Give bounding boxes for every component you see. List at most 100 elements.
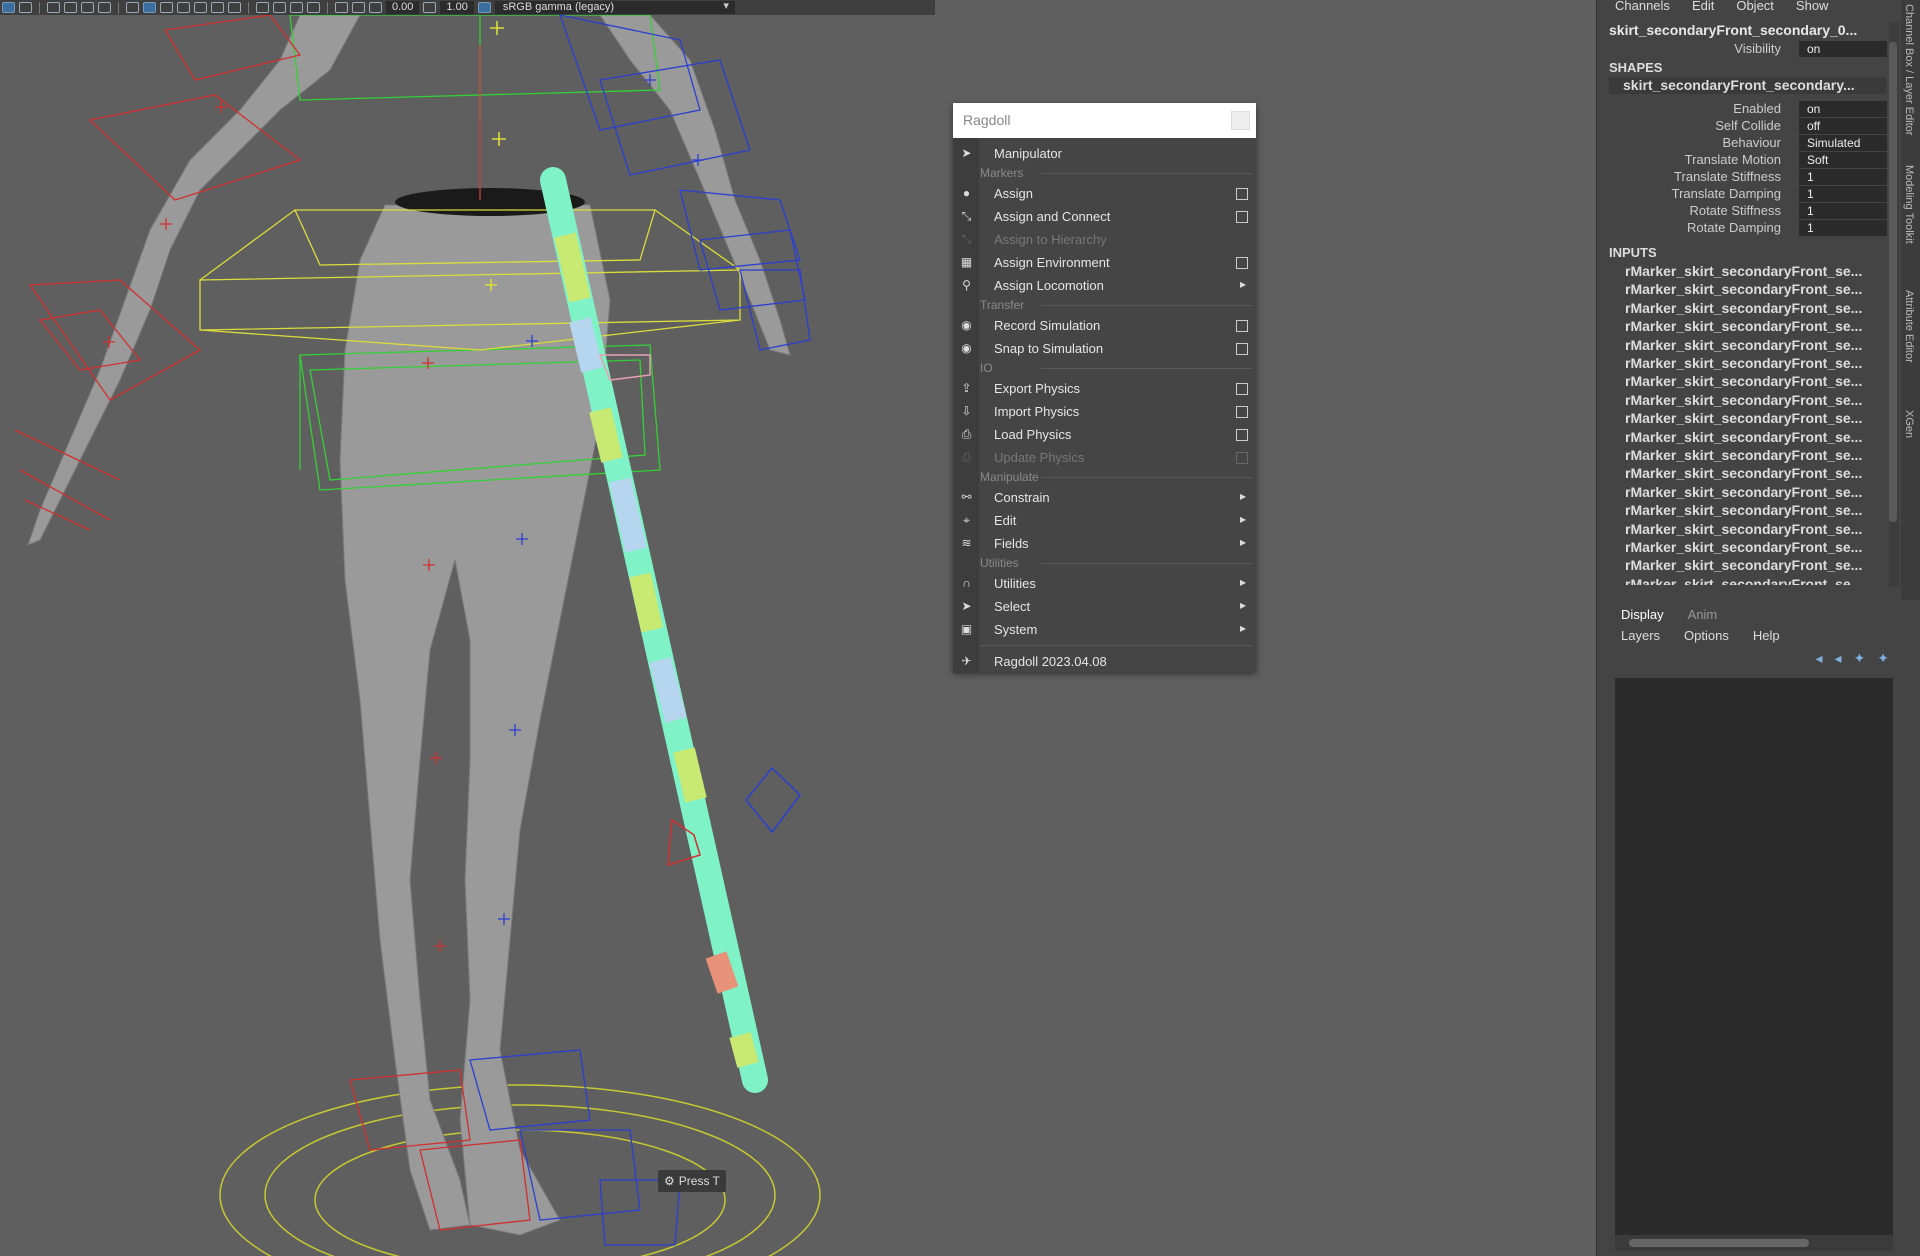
layer-list[interactable] [1615, 678, 1893, 1238]
tab-display[interactable]: Display [1621, 604, 1664, 626]
menu-item-fields[interactable]: ≋ Fields ▸ [953, 532, 1256, 555]
option-box[interactable] [1236, 211, 1248, 223]
attr-value[interactable]: 1 [1799, 186, 1887, 202]
tab-xgen[interactable]: XGen [1903, 410, 1915, 438]
attr-row[interactable]: Translate Stiffness 1 [1597, 169, 1887, 186]
gamma-field[interactable]: 1.00 [440, 1, 474, 14]
ragdoll-menu[interactable]: Ragdoll ➤ Manipulator Markers ● Assign ⤡ Assig… [953, 103, 1256, 673]
input-node-item[interactable]: rMarker_skirt_secondaryFront_se... [1625, 373, 1887, 389]
input-node-item[interactable]: rMarker_skirt_secondaryFront_se... [1625, 281, 1887, 297]
attr-label[interactable]: Translate Stiffness [1674, 169, 1781, 184]
input-node-item[interactable]: rMarker_skirt_secondaryFront_se... [1625, 484, 1887, 500]
wireframe-icon[interactable] [126, 2, 139, 13]
option-box[interactable] [1236, 383, 1248, 395]
attr-value[interactable]: 1 [1799, 169, 1887, 185]
input-node-item[interactable]: rMarker_skirt_secondaryFront_se... [1625, 429, 1887, 445]
input-node-item[interactable]: rMarker_skirt_secondaryFront_se... [1625, 521, 1887, 537]
menu-edit[interactable]: Edit [1692, 0, 1714, 14]
wireframe-on-shaded-icon[interactable] [160, 2, 173, 13]
channel-box-scrollbar[interactable] [1889, 22, 1899, 587]
option-box[interactable] [1236, 406, 1248, 418]
input-node-item[interactable]: rMarker_skirt_secondaryFront_se... [1625, 465, 1887, 481]
attr-row[interactable]: Behaviour Simulated [1597, 135, 1887, 152]
color-management-icon[interactable] [477, 2, 491, 13]
menu-item-constrain[interactable]: ⚯ Constrain ▸ [953, 486, 1256, 509]
antialiasing-icon[interactable] [290, 2, 303, 13]
menu-item-utilities[interactable]: ∩ Utilities ▸ [953, 572, 1256, 595]
lights-icon[interactable] [211, 2, 224, 13]
attr-value[interactable]: on [1799, 101, 1887, 117]
option-box[interactable] [1236, 429, 1248, 441]
menu-item-system[interactable]: ▣ System ▸ [953, 618, 1256, 641]
menu-channels[interactable]: Channels [1615, 0, 1670, 14]
attr-label[interactable]: Rotate Stiffness [1689, 203, 1781, 218]
move-layer-down-icon[interactable]: ◂ [1835, 650, 1842, 667]
attr-value[interactable]: Soft [1799, 152, 1887, 168]
attr-row[interactable]: Translate Damping 1 [1597, 186, 1887, 203]
attr-row[interactable]: Rotate Stiffness 1 [1597, 203, 1887, 220]
input-node-item[interactable]: rMarker_skirt_secondaryFront_se... [1625, 263, 1887, 279]
new-empty-layer-icon[interactable]: ✦ [1854, 650, 1866, 667]
attr-label[interactable]: Translate Damping [1672, 186, 1781, 201]
menu-item-edit[interactable]: ⌖ Edit ▸ [953, 509, 1256, 532]
layer-list-hscrollbar[interactable] [1615, 1235, 1893, 1251]
ambient-occlusion-icon[interactable] [256, 2, 269, 13]
gamma-icon[interactable] [423, 2, 437, 13]
menu-options[interactable]: Options [1684, 626, 1729, 646]
menu-item-import-physics[interactable]: ⇩ Import Physics [953, 400, 1256, 423]
menu-show[interactable]: Show [1796, 0, 1829, 14]
node-name[interactable]: skirt_secondaryFront_secondary_0... [1609, 22, 1889, 38]
option-box[interactable] [1236, 257, 1248, 269]
smooth-shade-icon[interactable] [143, 2, 156, 13]
menu-item-assign-environment[interactable]: ▦ Assign Environment [953, 251, 1256, 274]
menu-item-select[interactable]: ➤ Select ▸ [953, 595, 1256, 618]
input-node-item[interactable]: rMarker_skirt_secondaryFront_se... [1625, 337, 1887, 353]
input-node-item[interactable]: rMarker_skirt_secondaryFront_se... [1625, 447, 1887, 463]
attr-value[interactable]: on [1799, 41, 1887, 57]
menu-item-export-physics[interactable]: ⇪ Export Physics [953, 377, 1256, 400]
motion-blur-icon[interactable] [273, 2, 286, 13]
select-camera-icon[interactable] [2, 2, 15, 13]
menu-item-snap-to-simulation[interactable]: ◉ Snap to Simulation [953, 337, 1256, 360]
menu-item-load-physics[interactable]: ⎙ Load Physics [953, 423, 1256, 446]
menu-item-assign-and-connect[interactable]: ⤡ Assign and Connect [953, 205, 1256, 228]
camera-attributes-icon[interactable] [19, 2, 32, 13]
tab-anim[interactable]: Anim [1688, 604, 1718, 626]
tab-channel-box-layer-editor[interactable]: Channel Box / Layer Editor [1903, 4, 1915, 135]
scrollbar-thumb[interactable] [1889, 42, 1897, 522]
exposure-icon[interactable] [369, 2, 382, 13]
attr-row[interactable]: Enabled on [1597, 101, 1887, 118]
menu-layers[interactable]: Layers [1621, 626, 1660, 646]
attr-value[interactable]: off [1799, 118, 1887, 134]
attr-label[interactable]: Behaviour [1722, 135, 1781, 150]
tab-attribute-editor[interactable]: Attribute Editor [1903, 290, 1915, 363]
attr-visibility[interactable]: Visibility on [1597, 41, 1887, 58]
3d-viewport[interactable]: 0.00 1.00 sRGB gamma (legacy) ▾ ⚙ Press … [0, 0, 1596, 1256]
attr-label[interactable]: Rotate Damping [1687, 220, 1781, 235]
new-layer-from-selected-icon[interactable]: ✦ [1877, 650, 1889, 667]
menu-object[interactable]: Object [1736, 0, 1774, 14]
input-node-item[interactable]: rMarker_skirt_secondaryFront_se... [1625, 355, 1887, 371]
scene-render[interactable] [0, 15, 1596, 1256]
view-transform-select[interactable]: sRGB gamma (legacy) [494, 0, 735, 14]
menu-item-assign[interactable]: ● Assign [953, 182, 1256, 205]
option-box[interactable] [1236, 343, 1248, 355]
grid-toggle-icon[interactable] [47, 2, 60, 13]
menu-item-manipulator[interactable]: ➤ Manipulator [953, 142, 1256, 165]
attr-row[interactable]: Self Collide off [1597, 118, 1887, 135]
xray-icon[interactable] [194, 2, 207, 13]
menu-item-ragdoll-2023-04-08[interactable]: ✈ Ragdoll 2023.04.08 [953, 650, 1256, 673]
textured-icon[interactable] [177, 2, 190, 13]
attr-row[interactable]: Rotate Damping 1 [1597, 220, 1887, 237]
depth-of-field-icon[interactable] [307, 2, 320, 13]
attr-value[interactable]: 1 [1799, 203, 1887, 219]
attr-label[interactable]: Self Collide [1715, 118, 1781, 133]
exposure-field[interactable]: 0.00 [386, 1, 420, 14]
skirt-capsule-chain[interactable] [540, 167, 768, 1093]
input-node-item[interactable]: rMarker_skirt_secondaryFront_se... [1625, 539, 1887, 555]
attr-row[interactable]: Translate Motion Soft [1597, 152, 1887, 169]
input-node-item[interactable]: rMarker_skirt_secondaryFront_se... [1625, 300, 1887, 316]
shadows-icon[interactable] [228, 2, 241, 13]
gate-mask-icon[interactable] [98, 2, 111, 13]
shape-name[interactable]: skirt_secondaryFront_secondary... [1609, 77, 1886, 94]
